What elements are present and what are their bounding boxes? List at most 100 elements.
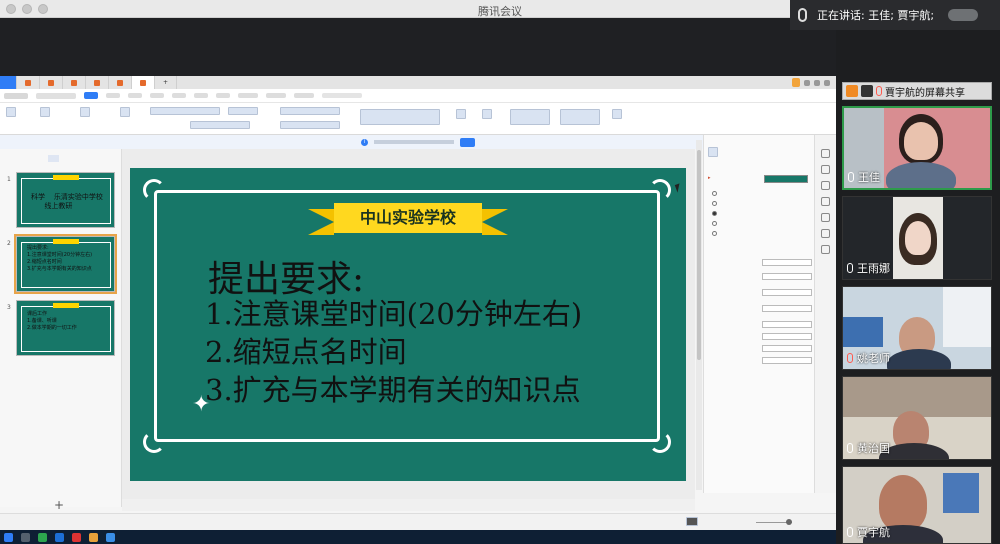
share-tool-icon[interactable] (821, 245, 830, 254)
offset-top-stepper[interactable] (762, 345, 812, 352)
app-icon[interactable] (106, 532, 115, 542)
document-tab[interactable] (86, 76, 109, 89)
menu-item[interactable] (293, 93, 314, 98)
search-input[interactable] (321, 93, 362, 98)
animation-tool-icon[interactable] (821, 165, 830, 174)
video-tile-wangyuna[interactable]: 王雨娜 (842, 196, 992, 280)
transparency-slider[interactable] (762, 289, 812, 296)
start-icon[interactable] (4, 532, 13, 542)
video-tile-jia[interactable]: 賈宇航 (842, 466, 992, 544)
paragraph-buttons[interactable] (280, 107, 340, 115)
notes-bar[interactable] (122, 499, 695, 511)
offset-bottom-stepper[interactable] (762, 357, 812, 364)
document-tab-active[interactable] (132, 76, 155, 89)
ribbon-toolbar (0, 103, 836, 135)
microphone-icon (876, 86, 882, 96)
maximize-icon[interactable] (814, 79, 820, 86)
slide-thumbnail[interactable]: 课后工作 1.备课、听课 2.做本学期的一切工作 (16, 300, 115, 356)
tab-outline[interactable] (38, 155, 44, 162)
microphone-icon (847, 527, 853, 537)
new-slide-icon[interactable] (80, 107, 90, 117)
sparkle-icon: ✦ (192, 392, 211, 417)
select-tool-icon[interactable] (821, 181, 830, 190)
fill-section-label: ▸ (708, 175, 711, 181)
app-icon[interactable] (55, 532, 64, 542)
menu-item[interactable] (237, 93, 258, 98)
alignment-buttons[interactable] (280, 121, 340, 129)
new-tab-button[interactable]: + (155, 76, 178, 89)
offset-right-stepper[interactable] (762, 333, 812, 340)
property-tool-icon[interactable] (821, 149, 830, 158)
picture-fill-select[interactable] (762, 259, 812, 266)
add-slide-button[interactable]: + (54, 498, 64, 512)
file-icon (140, 79, 146, 86)
menu-start[interactable] (84, 92, 98, 99)
wps-icon[interactable] (72, 532, 81, 542)
fill-mode-select[interactable] (762, 305, 812, 312)
tab-home[interactable] (0, 76, 17, 89)
property-panel: ▸ (703, 135, 814, 493)
select-icon[interactable] (612, 109, 622, 119)
format-painter-icon[interactable] (40, 107, 50, 117)
current-slide[interactable]: 中山实验学校 提出要求: 1.注意课堂时间(20分钟左右) 2.缩短点名时间 3… (130, 168, 686, 481)
picture-source-select[interactable] (762, 273, 812, 280)
app-icon[interactable] (38, 532, 47, 542)
document-tab[interactable] (63, 76, 86, 89)
file-menu[interactable] (4, 92, 28, 99)
right-toolbar (814, 135, 836, 493)
document-tab[interactable] (40, 76, 63, 89)
thumbnail-text: 提出要求: 1.注意课堂时间(20分钟左右) 2.缩短点名时间 3.扩充与本学期… (27, 245, 93, 272)
slide-thumbnail[interactable]: 科学 乐清实验中学校 线上教研 (16, 172, 115, 228)
menu-bar (0, 89, 836, 103)
settings-tool-icon[interactable] (821, 197, 830, 206)
menu-item[interactable] (171, 93, 186, 98)
menu-item[interactable] (265, 93, 286, 98)
app-icon[interactable] (89, 532, 98, 542)
help-tool-icon[interactable] (821, 213, 830, 222)
paste-icon[interactable] (6, 107, 16, 117)
minimize-icon[interactable] (804, 79, 810, 86)
offset-left-stepper[interactable] (762, 321, 812, 328)
menu-item[interactable] (193, 93, 208, 98)
video-tile-wangjia[interactable]: 王佳 (842, 106, 992, 190)
file-icon (25, 79, 31, 86)
fill-icon[interactable] (708, 147, 718, 157)
zoom-slider-knob[interactable] (786, 519, 792, 525)
participant-name: 王雨娜 (857, 262, 890, 275)
document-tab[interactable] (109, 76, 132, 89)
close-icon[interactable] (824, 79, 830, 86)
menu-item[interactable] (149, 93, 164, 98)
menu-item[interactable] (215, 93, 230, 98)
font-style-buttons[interactable] (190, 121, 250, 129)
microphone-icon (847, 263, 853, 273)
arrange-gallery[interactable] (510, 109, 550, 125)
font-select[interactable] (150, 107, 220, 115)
tab-slides[interactable] (47, 155, 60, 162)
find-replace-group[interactable] (560, 109, 600, 125)
title-banner: 中山实验学校 (308, 200, 508, 238)
menu-item[interactable] (127, 93, 142, 98)
menu-item[interactable] (105, 93, 120, 98)
shape-icon[interactable] (482, 109, 492, 119)
slide-number: 3 (7, 304, 11, 311)
shape-gallery[interactable] (360, 109, 440, 125)
font-size-select[interactable] (228, 107, 258, 115)
quick-access-toolbar[interactable] (36, 92, 76, 99)
video-tile-yao[interactable]: 姚老师 (842, 286, 992, 370)
fill-color-swatch[interactable] (764, 175, 808, 183)
thumbnail-text: 科学 乐清实验中学校 线上教研 (31, 193, 103, 210)
textbox-icon[interactable] (456, 109, 466, 119)
video-tile-huang[interactable]: 黄治国 (842, 376, 992, 460)
backup-tool-icon[interactable] (821, 229, 830, 238)
slide-line-2: 2.缩短点名时间 (205, 335, 407, 369)
play-slideshow-button[interactable] (686, 517, 698, 526)
slide-scrollbar[interactable] (696, 140, 702, 490)
notice-action-button[interactable] (460, 137, 475, 147)
screen-share-icon (861, 85, 873, 97)
login-button[interactable] (792, 78, 800, 87)
search-icon[interactable] (21, 532, 30, 542)
screen-share-indicator[interactable]: 賈宇航的屏幕共享 (842, 82, 992, 100)
layout-icon[interactable] (120, 107, 130, 117)
document-tab[interactable] (17, 76, 40, 89)
slide-thumbnail-selected[interactable]: 提出要求: 1.注意课堂时间(20分钟左右) 2.缩短点名时间 3.扩充与本学期… (14, 234, 117, 294)
